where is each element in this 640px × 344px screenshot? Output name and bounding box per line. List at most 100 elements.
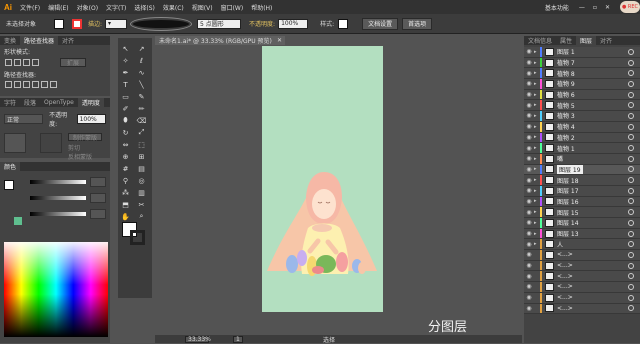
layer-row[interactable]: ◉ ▸ 人 [524,239,640,251]
layer-row[interactable]: ◉ ▸ 植物 3 [524,111,640,122]
shaper-tool-icon[interactable]: ✐ [121,104,130,113]
gradient-tool-icon[interactable]: ▤ [137,164,146,173]
canvas[interactable]: 分图层 [155,46,522,335]
layer-row[interactable]: ◉ ▸ 图层 15 [524,207,640,218]
visibility-eye-icon[interactable]: ◉ [524,112,534,119]
tab-opentype[interactable]: OpenType [40,99,78,106]
menu-type[interactable]: 文字(T) [106,3,126,12]
visibility-eye-icon[interactable]: ◉ [524,262,534,269]
artboard-number[interactable]: 1 [233,335,243,343]
width-tool-icon[interactable]: ⇔ [121,140,130,149]
blend-mode-select[interactable]: 正常 [4,114,44,124]
stroke-weight-field[interactable]: ▾ [105,18,128,29]
menu-select[interactable]: 选择(S) [134,3,155,12]
mesh-tool-icon[interactable]: # [121,164,130,173]
tab-character[interactable]: 字符 [0,98,20,107]
crop-icon[interactable] [32,81,39,88]
target-circle-icon[interactable] [628,305,634,312]
rectangle-tool-icon[interactable]: ▭ [121,92,130,101]
tab-paragraph[interactable]: 段落 [20,98,40,107]
tab-layers[interactable]: 图层 [576,36,597,45]
symbol-sprayer-tool-icon[interactable]: ⁂ [121,188,130,197]
stroke-swatch[interactable] [72,18,83,29]
opacity-field-left[interactable]: 100% [76,114,106,124]
layer-row[interactable]: ◉ ▸ 图层 13 [524,228,640,240]
paintbrush-tool-icon[interactable]: ✎ [137,92,146,101]
target-circle-icon[interactable] [628,134,634,141]
visibility-eye-icon[interactable]: ◉ [524,155,534,162]
pencil-tool-icon[interactable]: ✏ [137,104,146,113]
visibility-eye-icon[interactable]: ◉ [524,283,534,290]
layer-row[interactable]: ◉ ▸ 嘴 [524,153,640,165]
invert-mask-checkbox[interactable]: 反相蒙版 [68,152,102,161]
layer-row[interactable]: ◉ ▸ 图层 1 [524,47,640,58]
target-circle-icon[interactable] [628,187,634,194]
direct-select-tool-icon[interactable]: ↗ [137,44,146,53]
visibility-eye-icon[interactable]: ◉ [524,230,534,237]
visibility-eye-icon[interactable]: ◉ [524,134,534,141]
layer-row[interactable]: ◉ <...> [524,303,640,315]
last-color-swatch[interactable] [14,217,22,225]
perspective-tool-icon[interactable]: ⊞ [137,152,146,161]
menu-help[interactable]: 帮助(H) [251,3,272,12]
minimize-icon[interactable]: — [579,4,585,11]
layer-row[interactable]: ◉ ▸ 图层 16 [524,196,640,208]
hand-tool-icon[interactable]: ✋ [121,212,130,221]
line-tool-icon[interactable]: ╲ [137,80,146,89]
shape-builder-tool-icon[interactable]: ⊕ [121,152,130,161]
tab-color[interactable]: 颜色 [0,162,21,171]
brush-preview[interactable] [130,16,193,31]
zoom-field[interactable]: 33.33% [185,335,211,343]
tab-document-info[interactable]: 文档信息 [524,36,556,45]
stroke-color-icon[interactable] [130,230,145,245]
rotate-tool-icon[interactable]: ↻ [121,128,130,137]
visibility-eye-icon[interactable]: ◉ [524,187,534,194]
style-swatch[interactable] [338,18,349,29]
merge-icon[interactable] [23,81,30,88]
color-spectrum[interactable] [4,242,108,337]
target-circle-icon[interactable] [628,198,634,205]
free-transform-tool-icon[interactable]: ⬚ [137,140,146,149]
color-slider-3[interactable] [30,212,86,216]
layer-row[interactable]: ◉ ▸ 植物 7 [524,57,640,69]
layer-row[interactable]: ◉ <...> [524,271,640,283]
color-slider-1[interactable] [30,180,86,184]
visibility-eye-icon[interactable]: ◉ [524,166,534,173]
target-circle-icon[interactable] [628,209,634,216]
scale-tool-icon[interactable]: ⤢ [137,128,146,137]
visibility-eye-icon[interactable]: ◉ [524,48,534,55]
menu-edit[interactable]: 编辑(E) [48,3,68,12]
lasso-tool-icon[interactable]: ℓ [137,56,146,65]
minus-back-icon[interactable] [50,81,57,88]
target-circle-icon[interactable] [628,177,634,184]
target-circle-icon[interactable] [628,145,634,152]
menu-object[interactable]: 对象(O) [77,3,98,12]
target-circle-icon[interactable] [628,155,634,162]
visibility-eye-icon[interactable]: ◉ [524,59,534,66]
tab-close-icon[interactable]: ✕ [277,37,282,44]
menu-window[interactable]: 窗口(W) [221,3,244,12]
fill-stroke-indicator[interactable] [4,180,14,190]
workspace-switcher[interactable]: 基本功能 [545,3,569,12]
menu-effect[interactable]: 效果(C) [163,3,184,12]
expand-button[interactable]: 扩展 [60,58,86,67]
maximize-icon[interactable]: ▫ [593,4,597,11]
visibility-eye-icon[interactable]: ◉ [524,305,534,312]
document-tab[interactable]: 未命名1.ai* @ 33.33% (RGB/GPU 预览) ✕ [155,36,285,45]
unite-icon[interactable] [5,59,12,66]
close-icon[interactable]: ✕ [605,4,610,11]
target-circle-icon[interactable] [628,262,634,269]
preferences-button[interactable]: 首选项 [402,17,433,30]
layer-row[interactable]: ◉ <...> [524,292,640,304]
visibility-eye-icon[interactable]: ◉ [524,294,534,301]
visibility-eye-icon[interactable]: ◉ [524,219,534,226]
visibility-eye-icon[interactable]: ◉ [524,251,534,258]
visibility-eye-icon[interactable]: ◉ [524,91,534,98]
target-circle-icon[interactable] [628,80,634,87]
menu-view[interactable]: 视图(V) [192,3,213,12]
color-value-2[interactable] [90,193,106,203]
target-circle-icon[interactable] [628,123,634,130]
clip-checkbox[interactable]: 剪切 [68,143,102,152]
artboard[interactable] [262,46,383,312]
visibility-eye-icon[interactable]: ◉ [524,145,534,152]
